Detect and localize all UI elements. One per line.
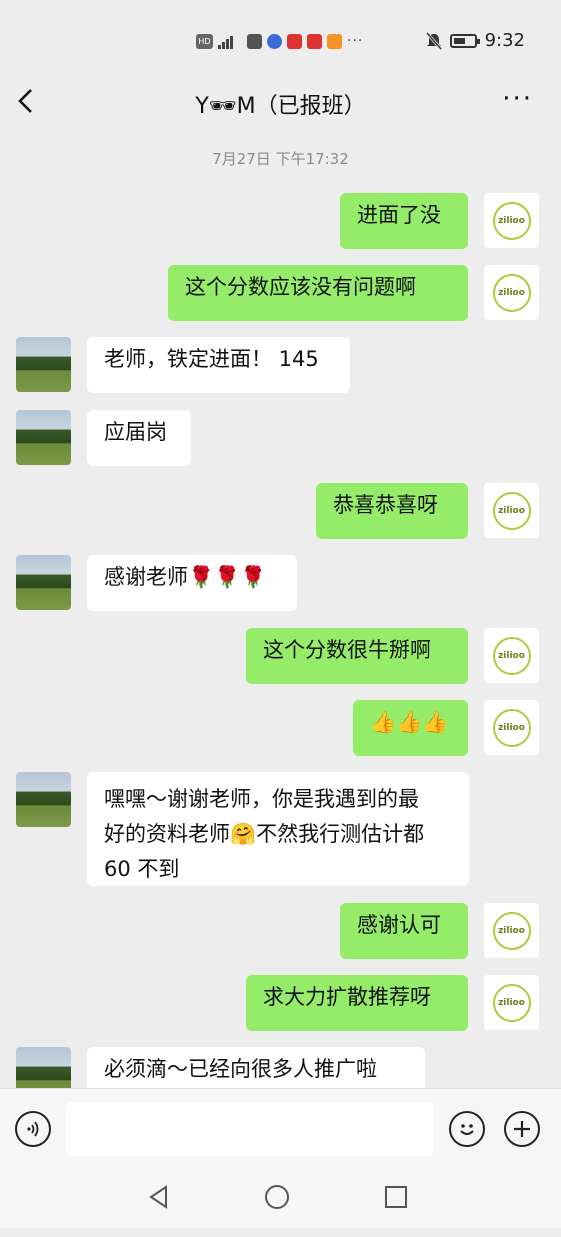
message-row: zilioo 进面了没 <box>0 193 561 249</box>
message-text: 必须滴～已经向很多人推广啦 <box>104 1057 377 1081</box>
more-options-icon[interactable]: ··· <box>502 84 533 114</box>
received-message-bubble[interactable]: 老师，铁定进面！ 145 <box>87 337 350 393</box>
more-functions-button[interactable] <box>504 1111 540 1147</box>
message-row: zilioo 感谢认可 <box>0 903 561 959</box>
received-message-bubble[interactable]: 嘿嘿～谢谢老师，你是我遇到的最 好的资料老师🤗不然我行测估计都 60 不到 <box>87 772 469 886</box>
brand-logo-icon: zilioo <box>492 491 531 530</box>
contact-avatar[interactable] <box>16 337 71 392</box>
message-row: zilioo 👍👍👍 <box>0 700 561 756</box>
brand-logo-icon: zilioo <box>492 636 531 675</box>
received-message-bubble[interactable]: 应届岗 <box>87 410 191 466</box>
smiley-icon <box>460 1124 474 1135</box>
brand-logo-icon: zilioo <box>492 911 531 950</box>
status-icons: HD ··· <box>196 33 363 49</box>
message-text: 求大力扩散推荐呀 <box>263 985 431 1009</box>
plus-icon <box>514 1121 530 1137</box>
received-message-bubble[interactable]: 感谢老师🌹🌹🌹 <box>87 555 297 611</box>
nav-back-icon[interactable] <box>146 1184 172 1210</box>
video-app-icon <box>307 33 322 49</box>
message-row: zilioo 这个分数很牛掰啊 <box>0 628 561 684</box>
chat-title: Y🕶M（已报班） <box>195 94 366 119</box>
news-app-icon <box>287 33 302 49</box>
message-row: 嘿嘿～谢谢老师，你是我遇到的最 好的资料老师🤗不然我行测估计都 60 不到 <box>0 772 561 886</box>
message-text: 恭喜恭喜呀 <box>333 493 438 517</box>
message-timestamp: 7月27日 下午17:32 <box>212 150 349 168</box>
composer-bar <box>0 1088 561 1169</box>
message-text: 感谢老师🌹🌹🌹 <box>104 565 267 589</box>
brand-logo-icon: zilioo <box>492 201 531 240</box>
message-text: 老师，铁定进面！ 145 <box>104 347 319 371</box>
signal-icon <box>218 34 242 49</box>
my-avatar[interactable]: zilioo <box>484 265 539 320</box>
message-text: 应届岗 <box>104 420 167 444</box>
nav-recents-icon[interactable] <box>383 1184 409 1210</box>
message-row: 感谢老师🌹🌹🌹 <box>0 555 561 611</box>
voice-input-button[interactable] <box>15 1111 51 1147</box>
sent-message-bubble[interactable]: 求大力扩散推荐呀 <box>246 975 468 1031</box>
nav-home-icon[interactable] <box>264 1184 290 1210</box>
sent-message-bubble[interactable]: 这个分数应该没有问题啊 <box>168 265 468 321</box>
message-app-icon <box>247 33 262 49</box>
my-avatar[interactable]: zilioo <box>484 628 539 683</box>
status-bar: HD ··· 9:32 <box>0 0 561 74</box>
play-app-icon <box>327 33 342 49</box>
my-avatar[interactable]: zilioo <box>484 903 539 958</box>
my-avatar[interactable]: zilioo <box>484 483 539 538</box>
message-input[interactable] <box>66 1102 434 1156</box>
message-row: zilioo 恭喜恭喜呀 <box>0 483 561 539</box>
message-row: zilioo 求大力扩散推荐呀 <box>0 975 561 1031</box>
message-text: 进面了没 <box>357 203 441 227</box>
message-row: zilioo 这个分数应该没有问题啊 <box>0 265 561 321</box>
message-line: 好的资料老师🤗不然我行测估计都 <box>104 822 425 846</box>
message-text: 感谢认可 <box>357 913 441 937</box>
system-nav-bar <box>0 1168 561 1228</box>
hd-icon: HD <box>196 33 213 49</box>
my-avatar[interactable]: zilioo <box>484 193 539 248</box>
contact-avatar[interactable] <box>16 772 71 827</box>
status-time: 9:32 <box>484 30 525 51</box>
contact-avatar[interactable] <box>16 555 71 610</box>
message-row: 应届岗 <box>0 410 561 466</box>
emoji-button[interactable] <box>449 1111 485 1147</box>
brand-logo-icon: zilioo <box>492 983 531 1022</box>
sent-message-bubble[interactable]: 👍👍👍 <box>353 700 468 756</box>
message-line: 60 不到 <box>104 857 180 881</box>
contact-avatar[interactable] <box>16 410 71 465</box>
voice-icon <box>27 1121 39 1137</box>
browser-app-icon <box>267 33 282 49</box>
message-text: 👍👍👍 <box>370 710 449 734</box>
mute-bell-icon <box>425 31 442 50</box>
sent-message-bubble[interactable]: 这个分数很牛掰啊 <box>246 628 468 684</box>
message-text: 这个分数应该没有问题啊 <box>185 275 416 299</box>
battery-icon <box>449 33 480 48</box>
my-avatar[interactable]: zilioo <box>484 975 539 1030</box>
brand-logo-icon: zilioo <box>492 708 531 747</box>
message-line: 嘿嘿～谢谢老师，你是我遇到的最 <box>104 787 419 811</box>
message-text: 这个分数很牛掰啊 <box>263 638 431 662</box>
sent-message-bubble[interactable]: 进面了没 <box>340 193 468 249</box>
my-avatar[interactable]: zilioo <box>484 700 539 755</box>
more-notifications-icon: ··· <box>347 33 364 49</box>
sent-message-bubble[interactable]: 感谢认可 <box>340 903 468 959</box>
chat-header: Y🕶M（已报班） ··· <box>0 74 561 132</box>
sent-message-bubble[interactable]: 恭喜恭喜呀 <box>316 483 468 539</box>
message-row: 老师，铁定进面！ 145 <box>0 337 561 393</box>
brand-logo-icon: zilioo <box>492 273 531 312</box>
